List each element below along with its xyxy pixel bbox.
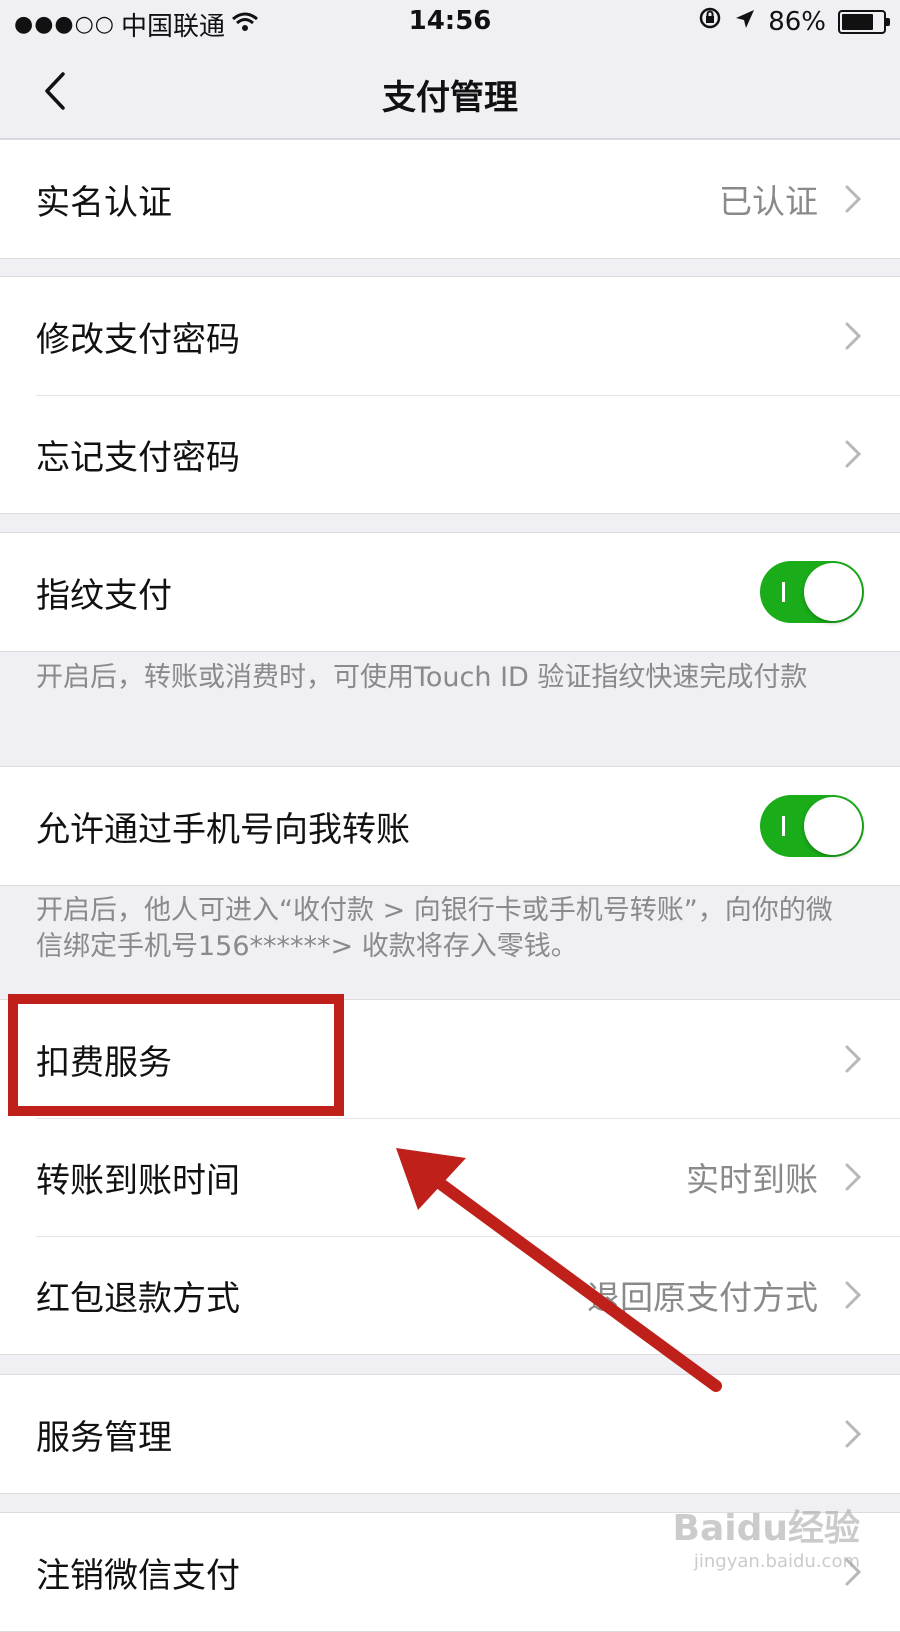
toggle-knob (804, 563, 862, 621)
row-label: 允许通过手机号向我转账 (36, 809, 410, 850)
page-title: 支付管理 (382, 78, 518, 118)
fingerprint-toggle[interactable] (760, 561, 864, 623)
watermark-logo: Baidu经验 jingyan.baidu.com (673, 1499, 860, 1572)
row-label: 服务管理 (36, 1417, 172, 1458)
battery-percent: 86% (768, 6, 826, 37)
row-label: 忘记支付密码 (36, 437, 240, 478)
chevron-right-icon (842, 1419, 864, 1449)
watermark-url: jingyan.baidu.com (693, 1551, 860, 1572)
row-label: 注销微信支付 (36, 1555, 240, 1596)
navigation-bar: 支付管理 (0, 44, 900, 139)
battery-tip (886, 17, 890, 26)
row-forgot-password[interactable]: 忘记支付密码 (0, 395, 900, 513)
chevron-right-icon (842, 184, 864, 214)
status-right: 86% (698, 6, 890, 37)
fingerprint-group: 指纹支付 (0, 532, 900, 652)
phone-transfer-toggle[interactable] (760, 795, 864, 857)
location-icon (734, 7, 756, 37)
phone-transfer-group: 允许通过手机号向我转账 (0, 766, 900, 886)
service-mgmt-group: 服务管理 (0, 1374, 900, 1494)
row-phone-transfer: 允许通过手机号向我转账 (0, 767, 900, 885)
chevron-right-icon (842, 439, 864, 469)
chevron-right-icon (842, 1044, 864, 1074)
verify-group: 实名认证 已认证 (0, 139, 900, 259)
row-change-password[interactable]: 修改支付密码 (0, 277, 900, 395)
row-label: 实名认证 (36, 182, 172, 223)
battery-level (842, 13, 873, 30)
chevron-right-icon (842, 1162, 864, 1192)
row-value: 实时到账 (686, 1160, 818, 1199)
row-red-packet-refund[interactable]: 红包退款方式 退回原支付方式 (0, 1236, 900, 1354)
chevron-right-icon (842, 1280, 864, 1310)
battery-icon (838, 9, 890, 34)
row-value: 已认证 (719, 182, 818, 221)
row-fingerprint-pay: 指纹支付 (0, 533, 900, 651)
watermark-brand: Baidu经验 (672, 1508, 860, 1549)
row-value: 退回原支付方式 (587, 1278, 818, 1317)
toggle-knob (804, 797, 862, 855)
chevron-right-icon (842, 321, 864, 351)
phone-transfer-footnote: 开启后，他人可进入“收付款 > 向银行卡或手机号转账”，向你的微信绑定手机号15… (36, 895, 833, 962)
rotation-lock-icon (698, 6, 722, 37)
toggle-on-mark (782, 582, 785, 602)
password-group: 修改支付密码 忘记支付密码 (0, 276, 900, 514)
row-real-name-verification[interactable]: 实名认证 已认证 (0, 140, 900, 258)
row-label: 修改支付密码 (36, 319, 240, 360)
fingerprint-footnote: 开启后，转账或消费时，可使用Touch ID 验证指纹快速完成付款 (36, 662, 808, 693)
toggle-on-mark (782, 816, 785, 836)
row-transfer-arrival-time[interactable]: 转账到账时间 实时到账 (0, 1118, 900, 1236)
row-label: 指纹支付 (36, 575, 172, 616)
row-service-management[interactable]: 服务管理 (0, 1375, 900, 1493)
row-label: 红包退款方式 (36, 1278, 240, 1319)
status-bar: ●●●○○ 中国联通 14:56 86% (0, 0, 900, 44)
row-label: 转账到账时间 (36, 1160, 240, 1201)
highlight-box (8, 994, 344, 1116)
